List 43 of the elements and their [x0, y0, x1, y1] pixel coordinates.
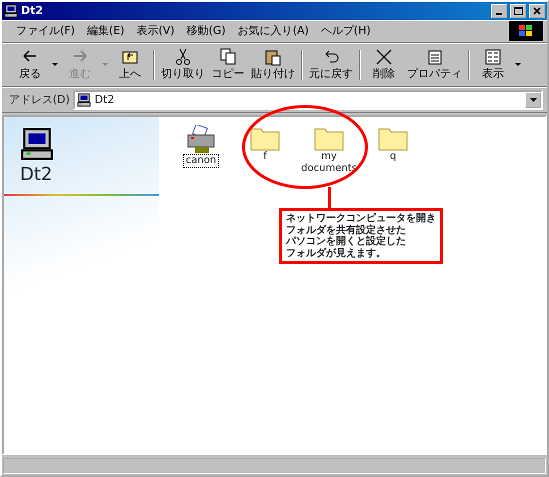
- printer-icon[interactable]: [185, 125, 217, 155]
- properties-icon: [426, 48, 444, 66]
- computer-icon: [76, 93, 91, 107]
- delete-icon: [375, 48, 393, 66]
- file-label[interactable]: q: [388, 151, 398, 163]
- toolbar-button[interactable]: 元に戻す: [306, 46, 356, 84]
- address-label: アドレス(D): [8, 92, 71, 108]
- toolbar-button[interactable]: 上へ: [110, 46, 150, 84]
- toolbar-button[interactable]: プロパティ: [404, 46, 465, 84]
- callout-text: パソコンを開くと設定した: [286, 236, 407, 248]
- menu-item[interactable]: ファイル(F): [10, 21, 81, 42]
- maximize-icon: [514, 7, 522, 15]
- toolbar-button[interactable]: 切り取り: [158, 46, 208, 84]
- paste-icon: [264, 48, 282, 66]
- address-field[interactable]: Dt2: [72, 90, 543, 110]
- toolbar-button[interactable]: 表示: [473, 46, 513, 84]
- callout-text: ネットワークコンピュータを開き: [286, 213, 436, 224]
- copy-icon: [219, 48, 237, 66]
- views-icon: [484, 48, 502, 66]
- toolbar-button[interactable]: 戻る: [10, 46, 50, 84]
- file-label[interactable]: my documents: [297, 151, 361, 175]
- minimize-button[interactable]: [491, 4, 507, 18]
- computer-icon: [4, 4, 18, 18]
- toolbar-button[interactable]: 削除: [364, 46, 404, 84]
- panel-title: Dt2: [20, 163, 54, 187]
- toolbar-button[interactable]: 貼り付け: [248, 46, 298, 84]
- menu-item[interactable]: 編集(E): [80, 21, 130, 42]
- scissors-icon: [174, 48, 192, 66]
- window-title: Dt2: [21, 2, 44, 19]
- windows-logo: [509, 21, 543, 42]
- close-icon: [533, 7, 541, 15]
- computer-icon: [20, 127, 54, 161]
- menu-item[interactable]: ヘルプ(H): [314, 21, 377, 42]
- callout-text: フォルダを共有設定させた: [286, 224, 407, 236]
- file-label[interactable]: f: [261, 151, 269, 163]
- menu-item[interactable]: 表示(V): [130, 21, 181, 42]
- menu-item[interactable]: 移動(G): [180, 21, 232, 42]
- toolbar-button[interactable]: コピー: [208, 46, 248, 84]
- file-label[interactable]: canon: [184, 155, 218, 167]
- maximize-button[interactable]: [510, 4, 526, 18]
- callout-text: フォルダが見えます。: [286, 248, 387, 259]
- close-button[interactable]: [529, 4, 545, 18]
- menu-item[interactable]: お気に入り(A): [232, 21, 315, 42]
